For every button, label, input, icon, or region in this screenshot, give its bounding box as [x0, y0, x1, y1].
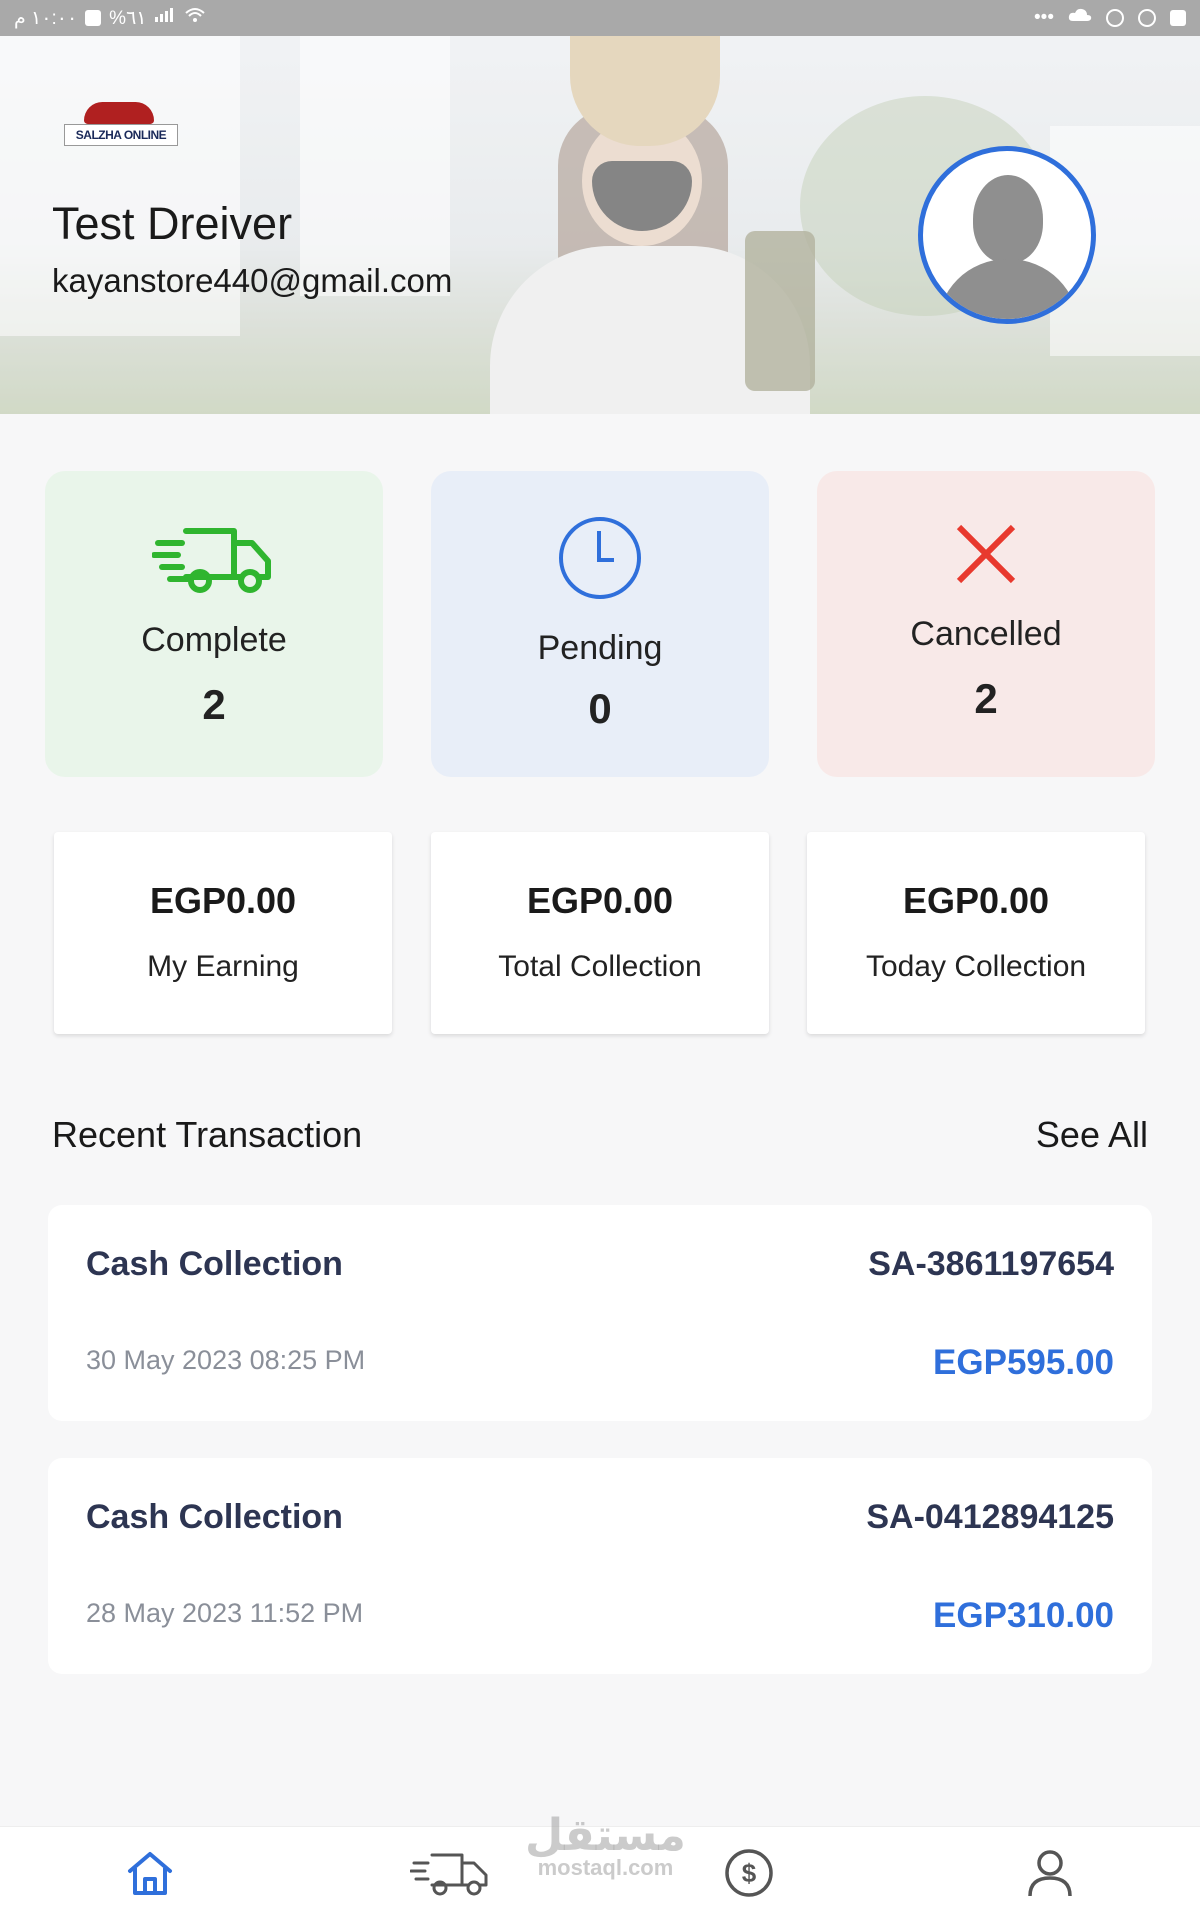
pending-orders-card[interactable]: Pending 0 — [431, 471, 769, 777]
transaction-reference: SA-0412894125 — [866, 1498, 1114, 1536]
driver-name: Test Dreiver — [52, 198, 293, 249]
logo-car-icon — [84, 102, 154, 124]
close-icon — [955, 523, 1017, 590]
pending-count: 0 — [588, 685, 612, 732]
profile-avatar[interactable] — [918, 146, 1096, 324]
watermark: مستقل mostaql.com — [525, 1810, 686, 1881]
home-icon — [126, 1849, 174, 1902]
cancelled-count: 2 — [974, 675, 998, 722]
alert-icon — [1138, 9, 1156, 27]
more-dots-icon: ••• — [1034, 7, 1054, 28]
cancelled-orders-card[interactable]: Cancelled 2 — [817, 471, 1155, 777]
transaction-card[interactable]: Cash Collection SA-3861197654 30 May 202… — [48, 1205, 1152, 1421]
b-icon — [1106, 9, 1124, 27]
today-collection-label: Today Collection — [865, 950, 1087, 983]
transaction-date: 28 May 2023 11:52 PM — [86, 1598, 364, 1628]
complete-orders-card[interactable]: Complete 2 — [45, 471, 383, 777]
cancelled-label: Cancelled — [910, 615, 1062, 653]
complete-count: 2 — [202, 681, 226, 728]
today-collection-amount: EGP0.00 — [902, 880, 1050, 921]
recent-transaction-title: Recent Transaction — [52, 1114, 363, 1155]
nav-home[interactable] — [120, 1845, 180, 1905]
pending-label: Pending — [537, 629, 663, 667]
truck-icon — [409, 1849, 490, 1902]
avatar-silhouette-head — [973, 175, 1043, 263]
my-earning-label: My Earning — [147, 950, 299, 983]
logo-text: SALZHA ONLINE — [64, 124, 178, 146]
complete-label: Complete — [141, 621, 287, 659]
today-collection-card[interactable]: EGP0.00 Today Collection — [807, 832, 1145, 1034]
total-collection-amount: EGP0.00 — [526, 880, 674, 921]
status-time: ١٠:٠٠ م — [14, 7, 78, 29]
nav-earnings[interactable]: $ — [719, 1845, 779, 1905]
transaction-amount: EGP310.00 — [933, 1596, 1114, 1635]
transaction-reference: SA-3861197654 — [868, 1245, 1114, 1283]
my-earning-card[interactable]: EGP0.00 My Earning — [54, 832, 392, 1034]
app-logo: SALZHA ONLINE — [62, 96, 180, 166]
dollar-icon: $ — [724, 1848, 774, 1903]
total-collection-label: Total Collection — [498, 950, 702, 983]
driver-email: kayanstore440@gmail.com — [52, 262, 453, 299]
signal-icon — [154, 7, 176, 29]
profile-icon — [1026, 1848, 1074, 1903]
transaction-title: Cash Collection — [86, 1498, 343, 1536]
total-collection-card[interactable]: EGP0.00 Total Collection — [431, 832, 769, 1034]
transaction-amount: EGP595.00 — [933, 1343, 1114, 1382]
transaction-card[interactable]: Cash Collection SA-0412894125 28 May 202… — [48, 1458, 1152, 1674]
see-all-link[interactable]: See All — [1036, 1114, 1148, 1156]
status-bar: ١٠:٠٠ م %٦١ ••• — [0, 0, 1200, 36]
cloud-icon — [1068, 7, 1092, 29]
nav-profile[interactable] — [1020, 1845, 1080, 1905]
delivery-truck-icon — [151, 521, 276, 602]
wifi-icon — [184, 7, 206, 29]
facebook-icon — [1170, 10, 1186, 26]
avatar-silhouette-body — [937, 259, 1079, 319]
battery-icon — [85, 10, 102, 26]
my-earning-amount: EGP0.00 — [149, 880, 297, 921]
clock-icon — [557, 515, 643, 606]
watermark-arabic: مستقل — [525, 1810, 686, 1861]
svg-text:$: $ — [742, 1858, 757, 1888]
transaction-title: Cash Collection — [86, 1245, 343, 1283]
status-battery: %٦١ — [109, 7, 147, 29]
watermark-latin: mostaql.com — [537, 1855, 674, 1880]
nav-orders[interactable] — [409, 1845, 490, 1905]
status-right: ••• — [1034, 7, 1186, 29]
transaction-date: 30 May 2023 08:25 PM — [86, 1345, 366, 1375]
status-left: ١٠:٠٠ م %٦١ — [14, 7, 206, 30]
